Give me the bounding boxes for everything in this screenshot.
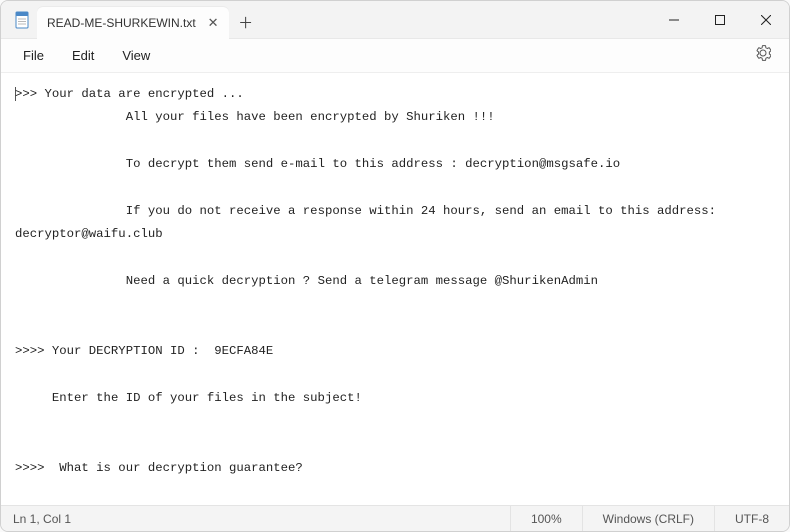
minimize-button[interactable]	[651, 1, 697, 38]
close-window-button[interactable]	[743, 1, 789, 38]
line-ending[interactable]: Windows (CRLF)	[582, 506, 714, 532]
zoom-level[interactable]: 100%	[510, 506, 582, 532]
settings-button[interactable]	[745, 45, 781, 66]
tab-title: READ-ME-SHURKEWIN.txt	[47, 16, 196, 30]
gear-icon	[755, 45, 771, 61]
new-tab-button[interactable]: ＋	[229, 7, 263, 38]
file-menu[interactable]: File	[9, 44, 58, 67]
titlebar-drag-area[interactable]	[263, 1, 651, 38]
notepad-window: READ-ME-SHURKEWIN.txt ✕ ＋ File Edit View…	[0, 0, 790, 532]
document-text: >>> Your data are encrypted ... All your…	[15, 87, 723, 505]
title-bar: READ-ME-SHURKEWIN.txt ✕ ＋	[1, 1, 789, 39]
file-tab[interactable]: READ-ME-SHURKEWIN.txt ✕	[37, 7, 229, 39]
cursor-position: Ln 1, Col 1	[1, 512, 83, 526]
text-editor-area[interactable]: >>> Your data are encrypted ... All your…	[1, 73, 789, 505]
status-bar: Ln 1, Col 1 100% Windows (CRLF) UTF-8	[1, 505, 789, 531]
window-controls	[651, 1, 789, 38]
edit-menu[interactable]: Edit	[58, 44, 108, 67]
menu-bar: File Edit View	[1, 39, 789, 73]
maximize-button[interactable]	[697, 1, 743, 38]
notepad-icon	[1, 1, 37, 38]
view-menu[interactable]: View	[108, 44, 164, 67]
close-tab-icon[interactable]: ✕	[196, 15, 219, 31]
encoding[interactable]: UTF-8	[714, 506, 789, 532]
